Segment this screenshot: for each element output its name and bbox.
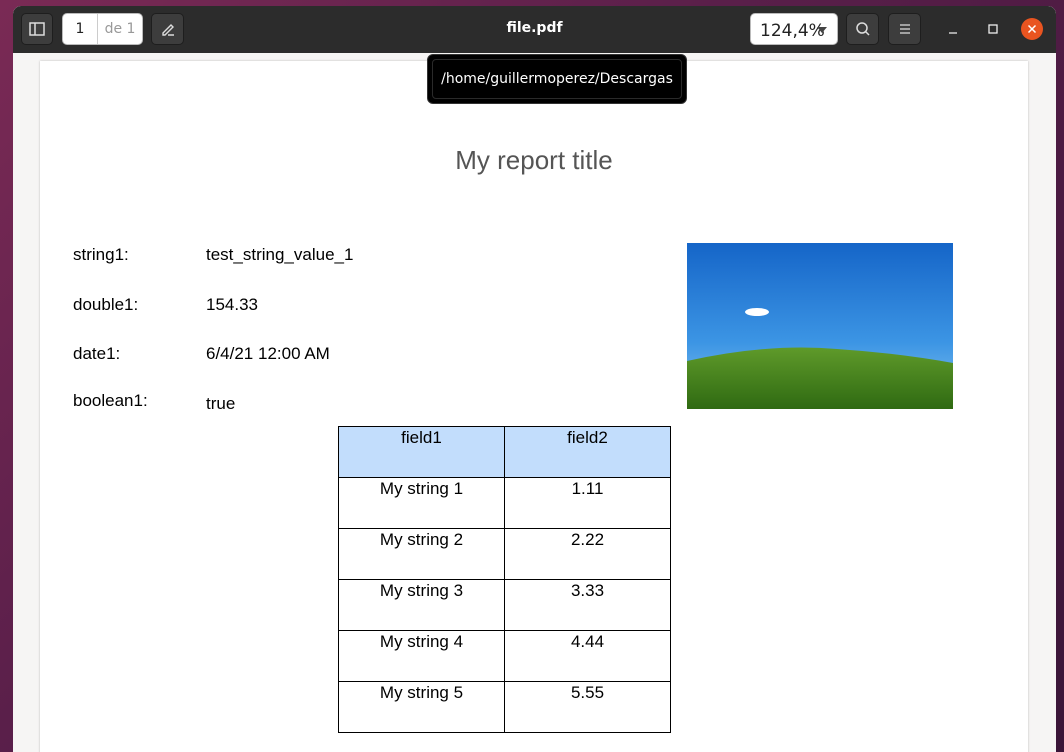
table-cell: 5.55 <box>504 681 671 733</box>
maximize-button[interactable] <box>982 18 1004 40</box>
close-button[interactable] <box>1021 18 1043 40</box>
document-view[interactable]: My report title string1: test_string_val… <box>13 53 1056 752</box>
report-title: My report title <box>455 145 613 175</box>
table-row: My string 1 1.11 <box>338 477 671 529</box>
data-table: field1 field2 My string 1 1.11 My string… <box>338 426 671 733</box>
table-cell: My string 1 <box>338 477 505 529</box>
column-header: field2 <box>504 426 671 478</box>
search-button[interactable] <box>846 13 879 45</box>
table-cell: 4.44 <box>504 630 671 682</box>
table-cell: My string 3 <box>338 579 505 631</box>
table-row: My string 5 5.55 <box>338 681 671 733</box>
pdf-page: My report title string1: test_string_val… <box>40 61 1028 752</box>
tooltip-text: /home/guillermoperez/Descargas <box>432 59 682 99</box>
table-cell: 3.33 <box>504 579 671 631</box>
field-value-boolean1: true <box>206 394 236 413</box>
table-cell: My string 2 <box>338 528 505 580</box>
zoom-value: 124,4% <box>760 21 825 41</box>
minimize-button[interactable] <box>942 18 964 40</box>
table-row: My string 4 4.44 <box>338 630 671 682</box>
field-value-string1: test_string_value_1 <box>206 245 354 264</box>
menu-button[interactable] <box>888 13 921 45</box>
table-row: My string 2 2.22 <box>338 528 671 580</box>
table-row: My string 3 3.33 <box>338 579 671 631</box>
field-value-date1: 6/4/21 12:00 AM <box>206 344 330 363</box>
headerbar: 1 de 1 file.pdf 124,4% <box>13 6 1056 53</box>
field-label-boolean1: boolean1: <box>73 391 148 410</box>
table-cell: My string 5 <box>338 681 505 733</box>
chevron-down-icon <box>817 27 827 33</box>
zoom-select[interactable]: 124,4% <box>750 13 838 45</box>
maximize-icon <box>988 24 998 34</box>
pdf-viewer-window: 1 de 1 file.pdf 124,4% /home/guillermope… <box>13 6 1056 752</box>
field-label-double1: double1: <box>73 295 139 314</box>
table-header-row: field1 field2 <box>338 426 671 478</box>
field-value-double1: 154.33 <box>206 295 258 314</box>
field-label-string1: string1: <box>73 245 129 264</box>
search-icon <box>855 22 870 36</box>
column-header: field1 <box>338 426 505 478</box>
hamburger-icon <box>899 24 910 34</box>
close-icon <box>1027 24 1037 34</box>
path-tooltip: /home/guillermoperez/Descargas <box>427 54 687 104</box>
table-cell: My string 4 <box>338 630 505 682</box>
table-cell: 1.11 <box>504 477 671 529</box>
table-cell: 2.22 <box>504 528 671 580</box>
minimize-icon <box>949 32 957 34</box>
field-label-date1: date1: <box>73 344 121 363</box>
landscape-image <box>687 243 953 409</box>
